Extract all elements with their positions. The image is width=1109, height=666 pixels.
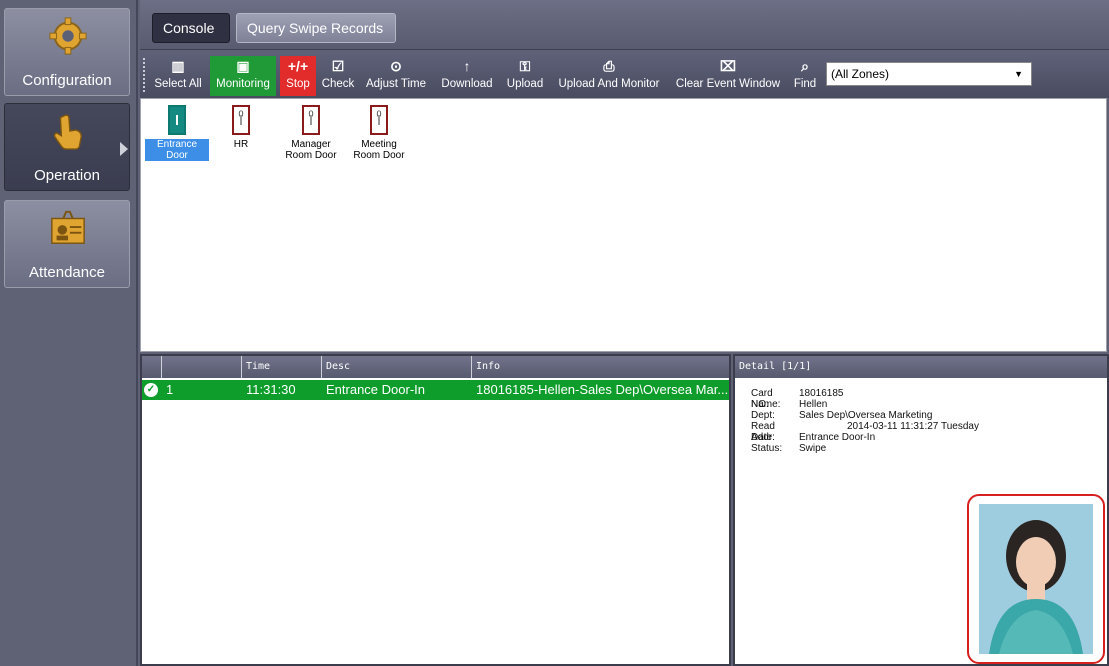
- door-open-icon: [168, 105, 186, 135]
- stop-button[interactable]: +/+ Stop: [280, 56, 316, 96]
- detail-panel: Detail [1/1] Card NO: 18016185 Name: Helle…: [733, 354, 1109, 666]
- nav-configuration[interactable]: Configuration: [4, 8, 130, 96]
- clear-event-window-button[interactable]: ⌧ Clear Event Window: [672, 56, 784, 96]
- event-grid-header: Time Desc Info: [142, 356, 729, 378]
- read-date-value: 2014-03-11 11:31:27 Tuesday: [847, 421, 979, 432]
- door-label: Manager Room Door: [285, 139, 337, 161]
- gear-icon: [49, 17, 87, 55]
- name-label: Name:: [751, 399, 781, 410]
- select-all-icon: ▥: [171, 58, 185, 74]
- find-button[interactable]: ⌕ Find: [790, 56, 820, 96]
- door-closed-icon: 0: [370, 105, 388, 135]
- door-label: Entrance Door: [145, 139, 209, 161]
- door-meeting-room[interactable]: 0 Meeting Room Door: [347, 105, 411, 161]
- nav-operation[interactable]: Operation: [4, 103, 130, 191]
- monitoring-button[interactable]: ▣ Monitoring: [210, 56, 276, 96]
- nav-label: Attendance: [29, 264, 105, 281]
- door-count: 0: [376, 109, 382, 119]
- col-header-index[interactable]: [162, 356, 242, 378]
- top-tab-bar: Console Query Swipe Records: [140, 0, 1109, 50]
- addr-value: Entrance Door-In: [799, 432, 876, 443]
- door-label: HR: [233, 139, 249, 150]
- download-button[interactable]: ↑ Download: [436, 56, 498, 96]
- hand-pointer-icon: [53, 114, 83, 150]
- tab-console[interactable]: Console: [152, 13, 230, 43]
- check-circle-icon: ✓: [144, 383, 158, 397]
- status-label: Status:: [751, 443, 783, 454]
- door-entrance[interactable]: Entrance Door: [145, 105, 209, 161]
- zone-select[interactable]: (All Zones) ▼: [826, 62, 1032, 86]
- status-value: Swipe: [799, 443, 827, 454]
- check-icon: ☑: [331, 58, 345, 74]
- upload-and-monitor-button[interactable]: ⎙ Upload And Monitor: [552, 56, 666, 96]
- upload-icon: ⚿: [519, 58, 531, 74]
- up-arrow-icon: ↑: [463, 58, 471, 74]
- dept-value: Sales Dep\Oversea Marketing: [799, 410, 933, 421]
- door-label: Meeting Room Door: [353, 139, 405, 161]
- col-header-desc[interactable]: Desc: [322, 356, 472, 378]
- row-index: 1: [166, 382, 174, 397]
- addr-label: Addr:: [751, 432, 775, 443]
- dept-label: Dept:: [751, 410, 775, 421]
- door-closed-icon: 0: [232, 105, 250, 135]
- active-indicator: [120, 142, 128, 156]
- zone-select-value: (All Zones): [831, 67, 890, 81]
- id-card-icon: [51, 210, 85, 244]
- door-hr[interactable]: 0 HR: [209, 105, 273, 150]
- nav-label: Configuration: [22, 72, 112, 89]
- sidebar: Configuration Operation Attendance: [0, 0, 138, 666]
- row-time: 11:31:30: [246, 382, 296, 397]
- save-icon: ⎙: [603, 58, 615, 74]
- nav-label: Operation: [34, 167, 100, 184]
- card-no-value: 18016185: [799, 388, 844, 399]
- col-header-status[interactable]: [142, 356, 162, 378]
- nav-attendance[interactable]: Attendance: [4, 200, 130, 288]
- row-info: 18016185-Hellen-Sales Dep\Oversea Mar...: [476, 382, 729, 397]
- cardholder-photo: [979, 504, 1093, 654]
- tab-query-swipe-records[interactable]: Query Swipe Records: [236, 13, 396, 43]
- event-grid: Time Desc Info ✓ 1 11:31:30 Entrance Doo…: [140, 354, 731, 666]
- select-all-button[interactable]: ▥ Select All: [150, 56, 206, 96]
- clock-icon: ⊙: [390, 58, 402, 74]
- photo-highlight-frame: [967, 494, 1105, 664]
- portrait-image: [979, 504, 1093, 654]
- check-button[interactable]: ☑ Check: [320, 56, 356, 96]
- table-row[interactable]: ✓ 1 11:31:30 Entrance Door-In 18016185-H…: [142, 380, 729, 400]
- detail-title: Detail [1/1]: [735, 356, 1107, 378]
- door-count: 0: [238, 109, 244, 119]
- toolbar-grip[interactable]: [143, 58, 146, 92]
- adjust-time-button[interactable]: ⊙ Adjust Time: [362, 56, 430, 96]
- door-panel: Entrance Door 0 HR 0 Manager Room Door 0…: [140, 98, 1107, 352]
- col-header-info[interactable]: Info: [472, 356, 729, 378]
- door-count: 0: [308, 109, 314, 119]
- chevron-down-icon: ▼: [1014, 69, 1023, 79]
- door-closed-icon: 0: [302, 105, 320, 135]
- row-desc: Entrance Door-In: [326, 382, 425, 397]
- door-manager-room[interactable]: 0 Manager Room Door: [279, 105, 343, 161]
- trash-icon: ⌧: [719, 58, 737, 74]
- name-value: Hellen: [799, 399, 828, 410]
- upload-button[interactable]: ⚿ Upload: [504, 56, 546, 96]
- monitor-icon: ▣: [236, 58, 250, 74]
- col-header-time[interactable]: Time: [242, 356, 322, 378]
- stop-icon: +/+: [287, 58, 309, 74]
- search-icon: ⌕: [801, 58, 809, 74]
